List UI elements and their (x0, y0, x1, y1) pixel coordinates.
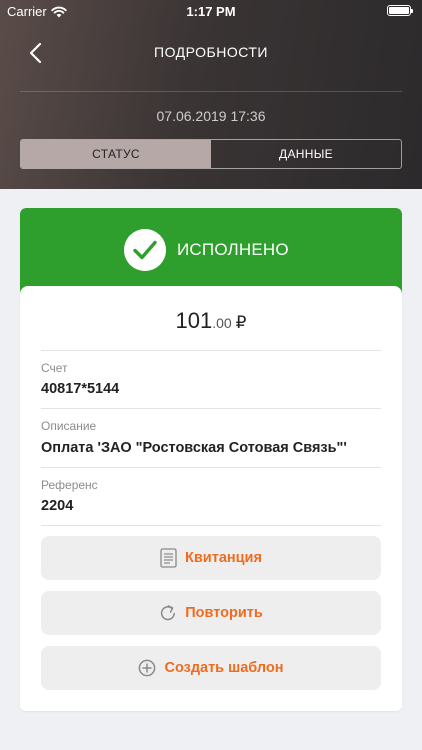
segmented-control: СТАТУС ДАННЫЕ (20, 139, 402, 169)
create-template-button[interactable]: Создать шаблон (41, 646, 381, 690)
account-label: Счет (41, 361, 68, 375)
currency-symbol: ₽ (235, 313, 247, 332)
divider (41, 467, 381, 468)
receipt-icon (160, 548, 177, 568)
header-divider (20, 91, 402, 92)
divider (41, 408, 381, 409)
details-card: ИСПОЛНЕНО 101.00 ₽ Счет 40817*5144 Описан… (20, 208, 402, 711)
repeat-button-label: Повторить (185, 605, 263, 621)
receipt-button[interactable]: Квитанция (41, 536, 381, 580)
status-label: ИСПОЛНЕНО (177, 240, 289, 259)
reference-label: Референс (41, 478, 98, 492)
status-banner: ИСПОЛНЕНО (20, 208, 402, 294)
repeat-icon (161, 605, 176, 621)
amount-fraction: .00 (212, 315, 232, 331)
status-time: 1:17 PM (186, 4, 236, 19)
battery-icon (387, 5, 413, 16)
divider (41, 350, 381, 351)
repeat-button[interactable]: Повторить (41, 591, 381, 635)
page-title: ПОДРОБНОСТИ (154, 44, 268, 60)
status-bar: Carrier 1:17 PM (0, 0, 422, 22)
header: Carrier 1:17 PM ПОДРОБНОСТИ 07.06.2019 1… (0, 0, 422, 189)
tab-status[interactable]: СТАТУС (21, 140, 211, 168)
navigation-bar: ПОДРОБНОСТИ (0, 30, 422, 74)
description-label: Описание (41, 419, 97, 433)
amount: 101.00 ₽ (20, 308, 402, 334)
reference-value: 2204 (41, 498, 74, 514)
divider (41, 525, 381, 526)
check-circle-icon (124, 229, 166, 271)
account-value: 40817*5144 (41, 381, 120, 397)
transaction-datetime: 07.06.2019 17:36 (156, 108, 266, 124)
tab-data[interactable]: ДАННЫЕ (211, 140, 401, 168)
description-value: Оплата 'ЗАО "Ростовская Сотовая Связь"' (41, 440, 347, 456)
create-template-button-label: Создать шаблон (164, 660, 284, 676)
receipt-button-label: Квитанция (185, 550, 262, 566)
plus-circle-icon (139, 659, 156, 677)
amount-integer: 101 (175, 308, 213, 333)
